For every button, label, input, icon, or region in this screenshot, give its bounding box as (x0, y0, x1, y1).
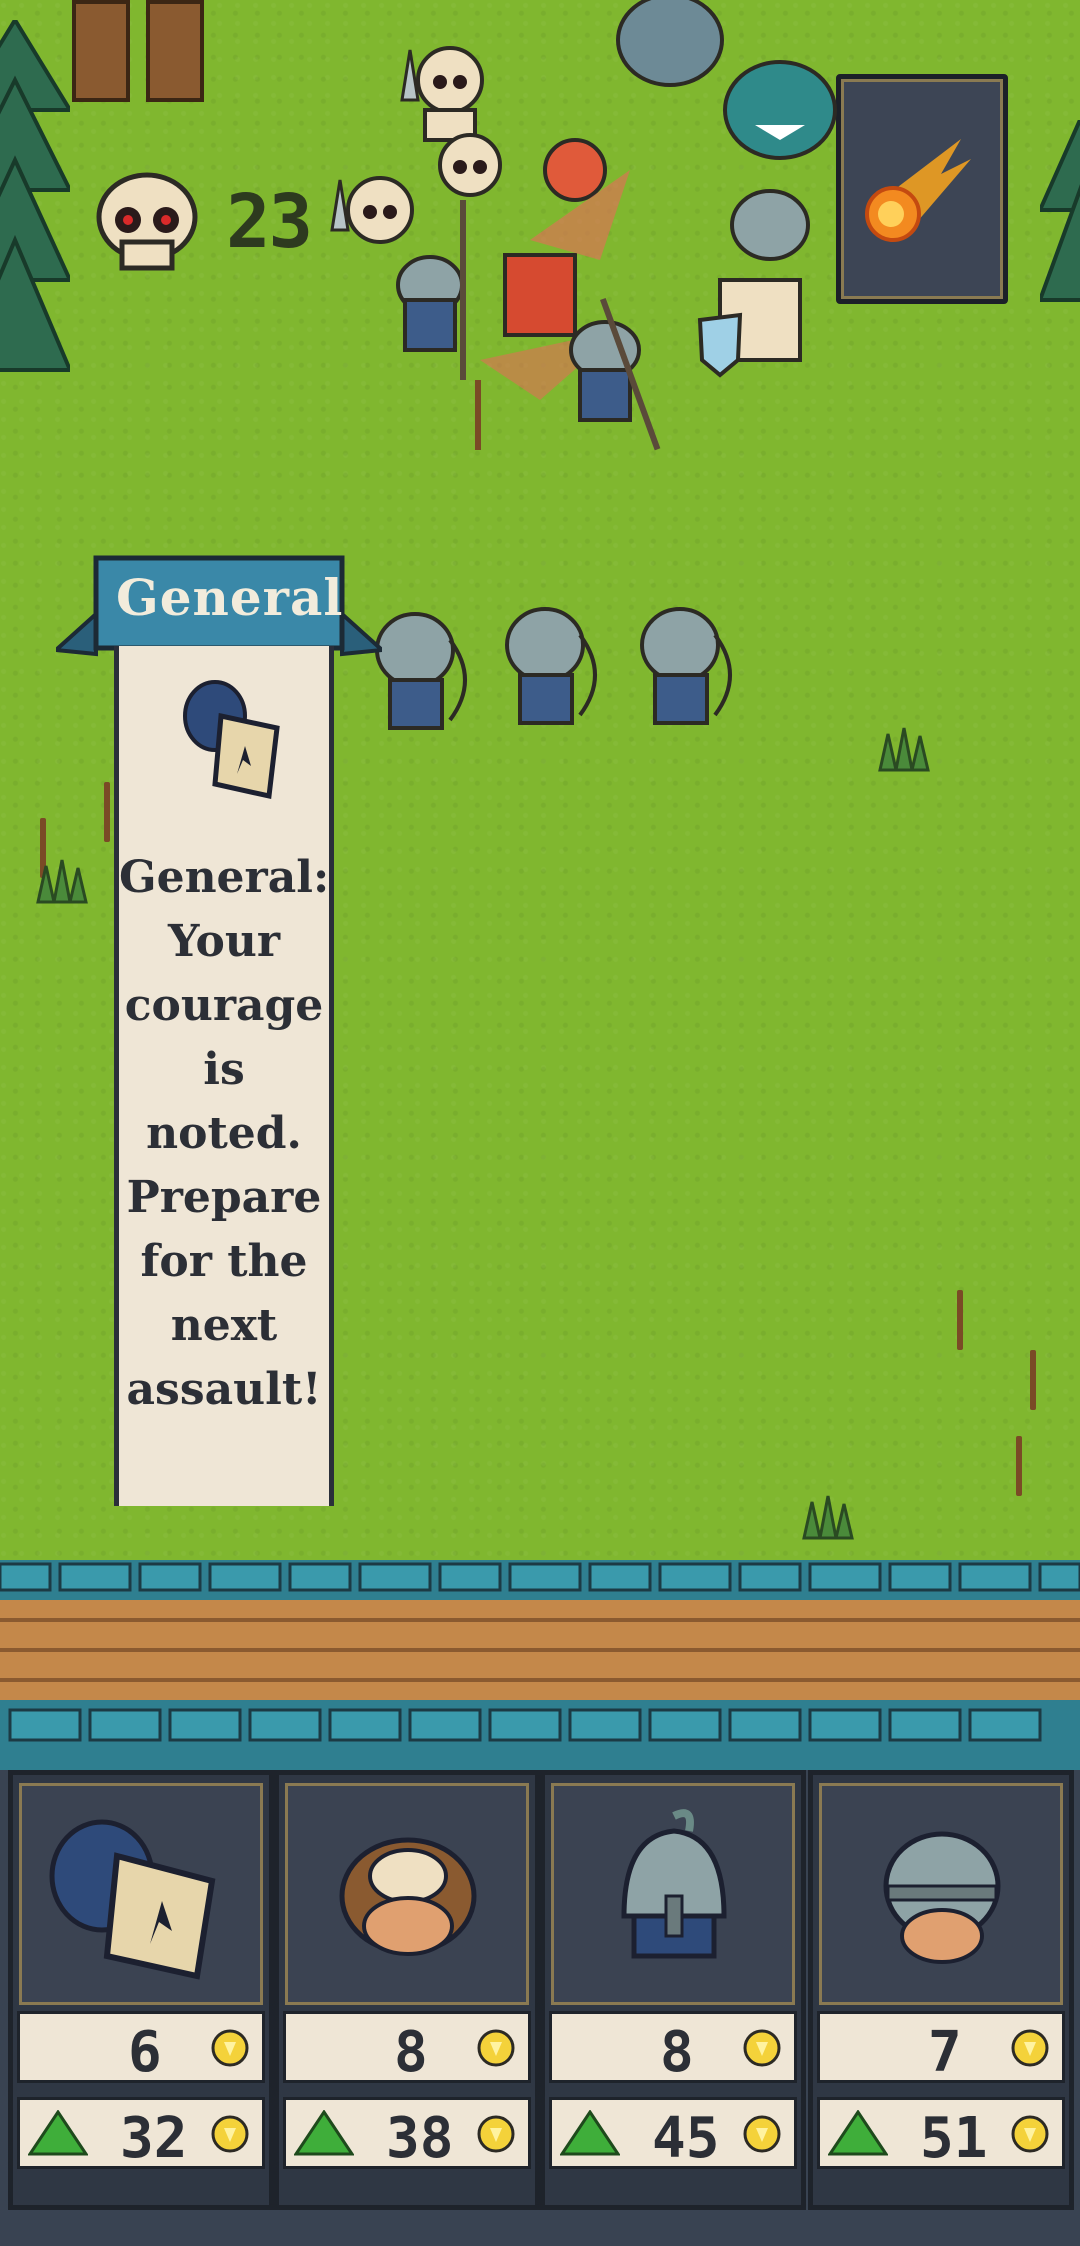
pine-tree-right (1040, 120, 1080, 302)
card-price-row[interactable]: 38 (283, 2097, 531, 2171)
unit-shop: 6 32 8 38 8 45 7 51 (0, 1770, 1080, 2246)
card-cost-row: 8 (283, 2011, 531, 2085)
card-price: 45 (652, 2106, 720, 2171)
card-price-row[interactable]: 51 (817, 2097, 1065, 2171)
gold-coin-icon (477, 2115, 515, 2153)
card-portrait (285, 1783, 529, 2005)
gold-coin-icon (1011, 2029, 1049, 2067)
pine-tree-left (0, 20, 70, 372)
card-cost-row: 7 (817, 2011, 1065, 2085)
gold-coin-icon (743, 2115, 781, 2153)
skull-icon (96, 172, 198, 271)
gold-coin-icon (743, 2029, 781, 2067)
general-helmet-icon (183, 680, 280, 800)
fireball-skill-card[interactable] (836, 74, 1008, 304)
card-price-row[interactable]: 45 (549, 2097, 797, 2171)
card-price-row[interactable]: 32 (17, 2097, 265, 2171)
green-gem-icon (28, 2110, 88, 2156)
wooden-gate-posts[interactable] (72, 0, 212, 106)
kill-counter: 23 (92, 172, 313, 272)
dialog-message: General: Your courage is noted. Prepare … (119, 852, 330, 1415)
enemy-horde[interactable] (300, 0, 860, 470)
stuck-arrow (1030, 1350, 1036, 1410)
general-helmet-icon (49, 1819, 216, 1980)
card-price: 51 (920, 2106, 988, 2171)
gold-coin-icon (211, 2029, 249, 2067)
castle-wall (0, 1560, 1080, 1770)
gold-coin-icon (211, 2115, 249, 2153)
peasant-head-icon (339, 1837, 477, 1956)
battlefield[interactable]: 23 General General: Your courage is note… (0, 0, 1080, 1560)
stuck-arrow (1016, 1436, 1022, 1496)
fireball-icon (865, 139, 971, 242)
unit-card-spearman[interactable]: 8 45 (540, 1770, 806, 2210)
card-price: 38 (386, 2106, 454, 2171)
card-portrait (819, 1783, 1063, 2005)
unit-card-peasant[interactable]: 8 38 (274, 1770, 540, 2210)
card-price: 32 (120, 2106, 188, 2171)
kill-count: 23 (226, 179, 313, 265)
grass-tuft (802, 1495, 854, 1540)
stuck-arrow (957, 1290, 963, 1350)
plumed-helmet-icon (621, 1809, 727, 1959)
gold-coin-icon (1011, 2115, 1049, 2153)
green-gem-icon (828, 2110, 888, 2156)
green-gem-icon (294, 2110, 354, 2156)
card-cost-row: 8 (549, 2011, 797, 2085)
unit-card-general[interactable]: 6 32 (8, 1770, 274, 2210)
unit-card-archer[interactable]: 7 51 (808, 1770, 1074, 2210)
card-cost: 8 (394, 2020, 428, 2085)
gold-coin-icon (477, 2029, 515, 2067)
general-dialog[interactable]: General General: Your courage is noted. … (56, 554, 382, 1514)
card-cost: 7 (928, 2020, 962, 2085)
card-portrait (551, 1783, 795, 2005)
card-portrait (19, 1783, 263, 2005)
grass-tuft (878, 727, 930, 772)
dialog-scroll: General: Your courage is noted. Prepare … (114, 646, 334, 1506)
dialog-title: General (116, 568, 344, 627)
round-helmet-icon (883, 1831, 1001, 1964)
card-cost: 8 (660, 2020, 694, 2085)
card-cost-row: 6 (17, 2011, 265, 2085)
archer-squad[interactable] (350, 590, 750, 760)
card-cost: 6 (128, 2020, 162, 2085)
green-gem-icon (560, 2110, 620, 2156)
